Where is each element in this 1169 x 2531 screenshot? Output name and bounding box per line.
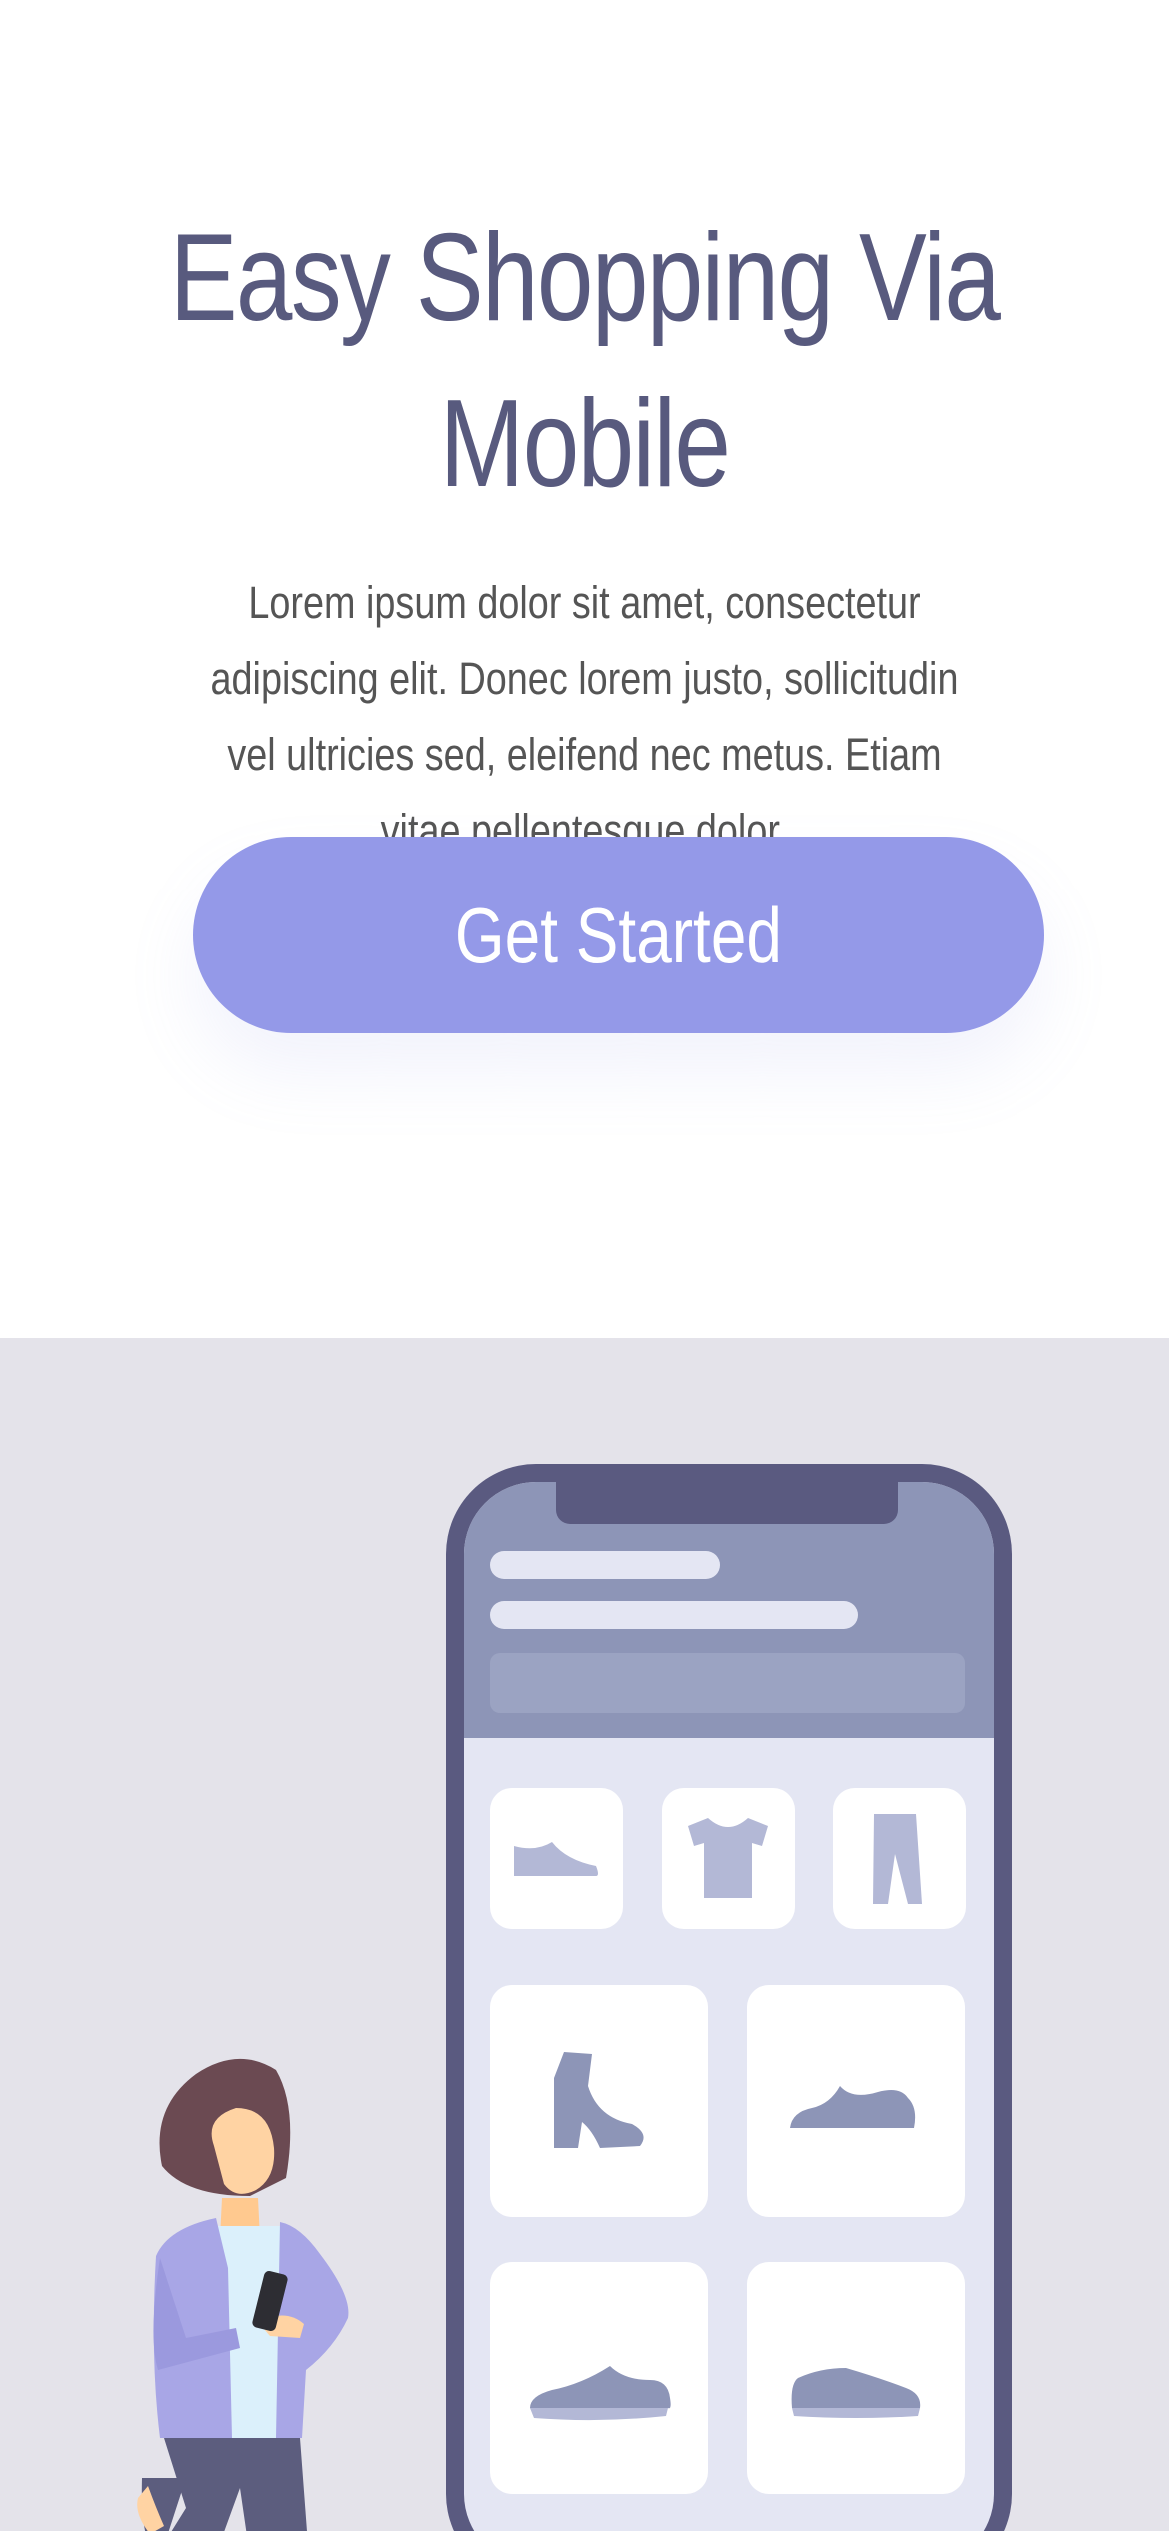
phone-header-line (490, 1551, 720, 1579)
get-started-button[interactable]: Get Started (193, 837, 1044, 1033)
hero-description: Lorem ipsum dolor sit amet, consectetur … (210, 577, 959, 856)
hero-section: Easy Shopping Via Mobile Lorem ipsum dol… (0, 0, 1169, 1338)
page-title: Easy Shopping Via Mobile (169, 209, 1001, 513)
phone-search-bar (490, 1653, 965, 1713)
illustration-section (0, 1338, 1169, 2531)
phone-mockup (446, 1464, 1012, 2531)
shopping-illustration (137, 1464, 1012, 2531)
get-started-label: Get Started (454, 890, 783, 979)
woman-figure (137, 2058, 349, 2531)
phone-header-line (490, 1601, 858, 1629)
